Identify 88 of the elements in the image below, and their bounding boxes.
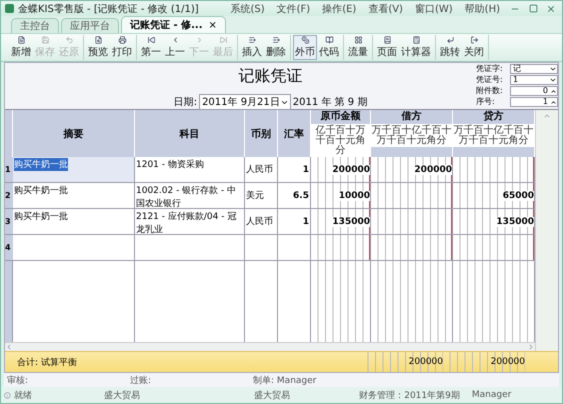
table-cell: 1 (278, 209, 311, 234)
field-label: 凭证号: (476, 75, 503, 85)
toolbar-button[interactable]: 流量 (346, 35, 370, 60)
total-label: 合计: 试算平衡 (16, 356, 78, 368)
toolbar-button[interactable]: 打印 (110, 35, 134, 60)
row-number: 4 (5, 235, 13, 260)
menu-item[interactable]: 窗口(W) (410, 2, 457, 16)
first-icon (146, 36, 156, 44)
toolbar-button[interactable]: 页面 (375, 35, 399, 60)
table-cell[interactable]: 购买牛奶一批 (13, 157, 135, 182)
document-icon (16, 36, 26, 44)
menu-item[interactable]: 文件(F) (272, 2, 314, 16)
signature-text: 审核: (6, 374, 30, 386)
toolbar-button[interactable]: 计算器 (399, 35, 433, 60)
return-arrow-icon (444, 36, 456, 44)
menu-item[interactable]: 帮助(H) (460, 2, 504, 16)
window-title: 金蝶KIS零售版 - [记账凭证 - 修改 (1/1)] (18, 2, 200, 16)
table-cell[interactable]: 购买牛奶一批 (13, 183, 135, 208)
voucher-title: 记账凭证 (238, 66, 302, 87)
tab[interactable]: 记账凭证 - 修... × (121, 16, 226, 33)
toolbar-button[interactable]: 第一 (139, 35, 163, 60)
field-label: 序号: (476, 97, 495, 107)
signature-text: 过账: (129, 374, 152, 386)
exit-door-icon (468, 36, 480, 44)
preview-icon (92, 36, 104, 44)
undo-icon (64, 36, 74, 44)
toolbar-button[interactable]: 代码 (317, 35, 341, 60)
grid-icon (352, 36, 364, 44)
digit-header: 万千百十亿千百十万千百十元角分 (371, 125, 452, 147)
status-text: 盛大贸易 (104, 390, 141, 402)
menu-item[interactable]: 操作(E) (318, 2, 360, 16)
table-cell: 美元 (245, 183, 278, 208)
status-text: Manager (472, 390, 512, 400)
coins-icon (300, 36, 310, 44)
toolbar-button[interactable]: 跳转 (438, 35, 462, 60)
horizontal-scrollbar[interactable] (5, 342, 535, 351)
table-cell[interactable]: 购买牛奶一批 (13, 209, 135, 234)
toolbar-button[interactable]: 新增 (9, 35, 33, 60)
table-cell: 2121 - 应付账款/04 - 冠龙乳业 (135, 209, 245, 234)
digit-header: 亿千百十万千百十元角分 (311, 125, 370, 157)
table-cell: 1 (278, 157, 311, 182)
row-number: 3 (5, 209, 13, 234)
row-number: 2 (5, 183, 13, 208)
printer-icon (116, 36, 128, 44)
date-label: 日期: (174, 96, 198, 109)
toolbar-button[interactable]: 外币 (293, 35, 317, 60)
tab[interactable]: 主控台 (11, 18, 59, 33)
date-field[interactable]: 2011年 9月21日 (199, 94, 291, 110)
toolbar-button[interactable]: 预览 (86, 35, 110, 60)
scroll-left-icon[interactable] (5, 343, 13, 351)
insert-row-icon (246, 36, 258, 44)
vertical-scrollbar[interactable] (535, 110, 558, 351)
info-icon (4, 390, 11, 400)
status-text: 就绪 (14, 390, 33, 402)
dropdown-field[interactable]: 1 (510, 75, 558, 85)
status-text: 财务管理：2011年第9期 (359, 390, 461, 402)
signature-text: 制单: Manager (252, 374, 318, 386)
row-number: 1 (5, 157, 13, 182)
column-header: 科目 (135, 110, 245, 157)
table-cell: 1002.02 - 银行存款 - 中国农业银行 (135, 183, 245, 208)
toolbar-button[interactable]: 上一 (163, 35, 187, 60)
table-cell: 1201 - 物资采购 (135, 157, 245, 182)
field-label: 附件数: (476, 86, 503, 96)
menu-item[interactable]: 系统(S) (226, 2, 269, 16)
spinner-field[interactable]: 1 (510, 97, 558, 107)
table-cell: 人民币 (245, 209, 278, 234)
toolbar-button[interactable]: 删除 (264, 35, 288, 60)
table-cell: 人民币 (245, 157, 278, 182)
field-label: 凭证字: (476, 64, 503, 74)
period-text: 2011 年 第 9 期 (292, 96, 368, 109)
close-tab-icon[interactable]: × (208, 20, 217, 30)
status-text: 盛大贸易 (254, 390, 292, 402)
digit-header: 万千百十亿千百十万千百十元角分 (453, 125, 534, 147)
dropdown-field[interactable]: 记 (510, 64, 558, 74)
scroll-right-icon[interactable] (527, 343, 535, 351)
menu-item[interactable]: 查看(V) (364, 2, 407, 16)
table-cell: 6.5 (278, 183, 311, 208)
delete-row-icon (270, 36, 282, 44)
spinner-field[interactable]: 0 (510, 86, 558, 96)
app-logo-icon (5, 4, 14, 13)
book-icon (324, 36, 334, 44)
last-icon (218, 36, 228, 44)
calculator-icon (410, 36, 422, 44)
tab[interactable]: 应用平台 (61, 18, 119, 33)
toolbar-button[interactable]: 插入 (240, 35, 264, 60)
book-icon (382, 36, 392, 44)
column-header: 币别 (245, 110, 278, 157)
toolbar-button[interactable]: 关闭 (462, 35, 486, 60)
